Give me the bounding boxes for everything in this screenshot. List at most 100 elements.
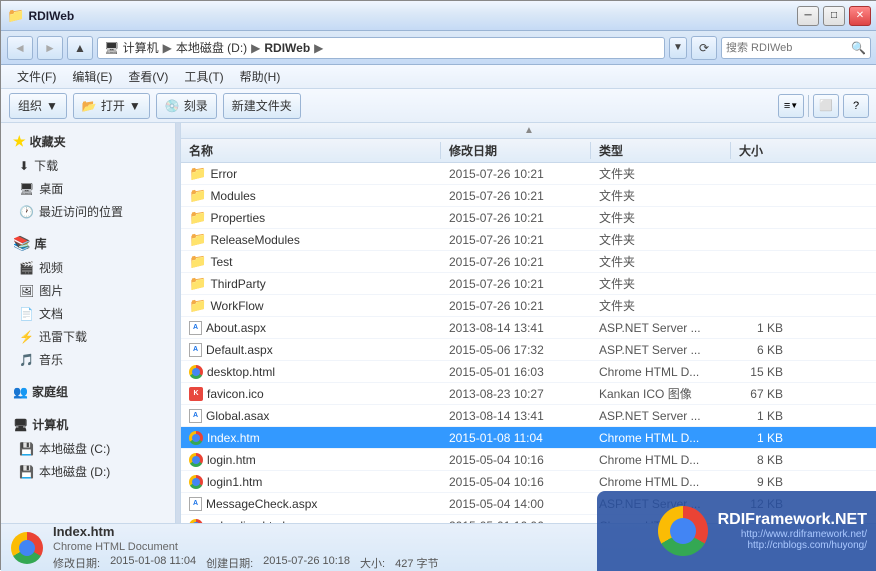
menubar: 文件(F) 编辑(E) 查看(V) 工具(T) 帮助(H)	[1, 65, 876, 89]
table-row[interactable]: 📁 ReleaseModules 2015-07-26 10:21 文件夹	[181, 229, 876, 251]
toolbar-right: ≡ ▼ ⬜ ?	[778, 94, 869, 118]
table-row[interactable]: desktop.html 2015-05-01 16:03 Chrome HTM…	[181, 361, 876, 383]
sidebar-item-downloads[interactable]: ⬇ 下载	[1, 154, 175, 177]
breadcrumb-folder[interactable]: RDIWeb	[264, 41, 310, 55]
breadcrumb-dropdown[interactable]: ▼	[669, 37, 687, 59]
toolbar-divider	[808, 95, 809, 117]
table-row[interactable]: Index.htm 2015-01-08 11:04 Chrome HTML D…	[181, 427, 876, 449]
file-name: Index.htm	[181, 431, 441, 445]
breadcrumb-computer[interactable]: 🖥 计算机	[104, 39, 159, 56]
back-button[interactable]: ◄	[7, 36, 33, 60]
table-row[interactable]: K favicon.ico 2013-08-23 10:27 Kankan IC…	[181, 383, 876, 405]
table-row[interactable]: 📁 Error 2015-07-26 10:21 文件夹	[181, 163, 876, 185]
sidebar-item-recent[interactable]: 🕐 最近访问的位置	[1, 200, 175, 223]
file-size: 15 KB	[731, 365, 791, 379]
column-size[interactable]: 大小	[731, 142, 791, 159]
sidebar-item-video[interactable]: 🎬 视频	[1, 256, 175, 279]
aspx-icon: A	[189, 321, 202, 335]
aspx-icon: A	[189, 409, 202, 423]
menu-edit[interactable]: 编辑(E)	[64, 66, 120, 88]
file-type: 文件夹	[591, 275, 731, 292]
file-date: 2013-08-14 13:41	[441, 409, 591, 423]
search-bar: 🔍	[721, 37, 871, 59]
maximize-button[interactable]: □	[823, 6, 845, 26]
file-type: Chrome HTML D...	[591, 365, 731, 379]
sidebar-divider-1	[1, 223, 175, 231]
table-row[interactable]: A Default.aspx 2015-05-06 17:32 ASP.NET …	[181, 339, 876, 361]
open-button[interactable]: 📂 打开 ▼	[73, 93, 150, 119]
view-toggle-button[interactable]: ≡ ▼	[778, 94, 804, 118]
status-filetype: Chrome HTML Document	[53, 541, 439, 553]
sidebar-item-xunlei[interactable]: ⚡ 迅雷下载	[1, 325, 175, 348]
menu-help[interactable]: 帮助(H)	[232, 66, 289, 88]
pane-toggle-button[interactable]: ⬜	[813, 94, 839, 118]
sidebar-item-local-d[interactable]: 💾 本地磁盘 (D:)	[1, 460, 175, 483]
table-row[interactable]: login1.htm 2015-05-04 10:16 Chrome HTML …	[181, 471, 876, 493]
file-date: 2015-07-26 10:21	[441, 167, 591, 181]
file-name: 📁 ReleaseModules	[181, 231, 441, 248]
scroll-up-indicator[interactable]: ▲	[181, 123, 876, 139]
menu-view[interactable]: 查看(V)	[120, 66, 176, 88]
file-date: 2015-05-04 10:16	[441, 453, 591, 467]
table-row[interactable]: A About.aspx 2013-08-14 13:41 ASP.NET Se…	[181, 317, 876, 339]
new-folder-button[interactable]: 新建文件夹	[223, 93, 301, 119]
table-row[interactable]: 📁 Modules 2015-07-26 10:21 文件夹	[181, 185, 876, 207]
minimize-button[interactable]: ─	[797, 6, 819, 26]
addressbar: ◄ ► ▲ 🖥 计算机 ▶ 本地磁盘 (D:) ▶ RDIWeb ▶ ▼ ⟳ 🔍	[1, 31, 876, 65]
up-button[interactable]: ▲	[67, 36, 93, 60]
sidebar-item-desktop[interactable]: 🖥 桌面	[1, 177, 175, 200]
column-type[interactable]: 类型	[591, 142, 731, 159]
table-row[interactable]: 📁 Properties 2015-07-26 10:21 文件夹	[181, 207, 876, 229]
file-date: 2013-08-14 13:41	[441, 321, 591, 335]
help-button[interactable]: ?	[843, 94, 869, 118]
computer-icon: 🖥	[104, 41, 119, 55]
menu-file[interactable]: 文件(F)	[9, 66, 64, 88]
filelist-container: ▲ 名称 修改日期 类型 大小 📁 Error 2015-07-26 10:21…	[181, 123, 876, 523]
homegroup-section: 👥 家庭组	[1, 379, 175, 404]
window-icon: 📁	[7, 7, 24, 24]
file-type: Chrome HTML D...	[591, 453, 731, 467]
sidebar-item-docs[interactable]: 📄 文档	[1, 302, 175, 325]
file-date: 2015-07-26 10:21	[441, 277, 591, 291]
close-button[interactable]: ✕	[849, 6, 871, 26]
status-details: 修改日期: 2015-01-08 11:04 创建日期: 2015-07-26 …	[53, 555, 439, 571]
favorites-section: ★ 收藏夹	[1, 129, 175, 154]
table-row[interactable]: 📁 ThirdParty 2015-07-26 10:21 文件夹	[181, 273, 876, 295]
table-row[interactable]: 📁 Test 2015-07-26 10:21 文件夹	[181, 251, 876, 273]
folder-icon: 📁	[189, 231, 206, 248]
forward-button[interactable]: ►	[37, 36, 63, 60]
search-input[interactable]	[726, 42, 849, 54]
chrome-icon	[189, 519, 203, 524]
watermark: RDIFramework.NET http://www.rdiframework…	[597, 491, 876, 571]
organize-button[interactable]: 组织 ▼	[9, 93, 67, 119]
file-type: ASP.NET Server ...	[591, 321, 731, 335]
column-date[interactable]: 修改日期	[441, 142, 591, 159]
libraries-section: 📚 库	[1, 231, 175, 256]
file-name: 📁 Test	[181, 253, 441, 270]
file-name: login.htm	[181, 453, 441, 467]
file-date: 2015-01-08 11:04	[441, 431, 591, 445]
file-size: 1 KB	[731, 431, 791, 445]
table-row[interactable]: login.htm 2015-05-04 10:16 Chrome HTML D…	[181, 449, 876, 471]
burn-button[interactable]: 💿 刻录	[156, 93, 217, 119]
breadcrumb-disk[interactable]: 本地磁盘 (D:)	[176, 39, 247, 56]
folder-icon: 📁	[189, 165, 206, 182]
status-filename: Index.htm	[53, 524, 439, 539]
sidebar-item-pictures[interactable]: 🖼 图片	[1, 279, 175, 302]
table-row[interactable]: A Global.asax 2013-08-14 13:41 ASP.NET S…	[181, 405, 876, 427]
refresh-button[interactable]: ⟳	[691, 36, 717, 60]
menu-tools[interactable]: 工具(T)	[176, 66, 231, 88]
breadcrumb-sep-3: ▶	[314, 41, 323, 55]
file-name: 📁 ThirdParty	[181, 275, 441, 292]
file-type: 文件夹	[591, 231, 731, 248]
chrome-icon	[189, 431, 203, 445]
table-row[interactable]: 📁 WorkFlow 2015-07-26 10:21 文件夹	[181, 295, 876, 317]
file-size: 6 KB	[731, 343, 791, 357]
file-date: 2015-07-26 10:21	[441, 233, 591, 247]
titlebar-left: 📁 RDIWeb	[7, 7, 74, 24]
sidebar-item-local-c[interactable]: 💾 本地磁盘 (C:)	[1, 437, 175, 460]
column-name[interactable]: 名称	[181, 142, 441, 159]
kankan-icon: K	[189, 387, 203, 401]
sidebar-item-music[interactable]: 🎵 音乐	[1, 348, 175, 371]
window-title: RDIWeb	[28, 9, 74, 23]
